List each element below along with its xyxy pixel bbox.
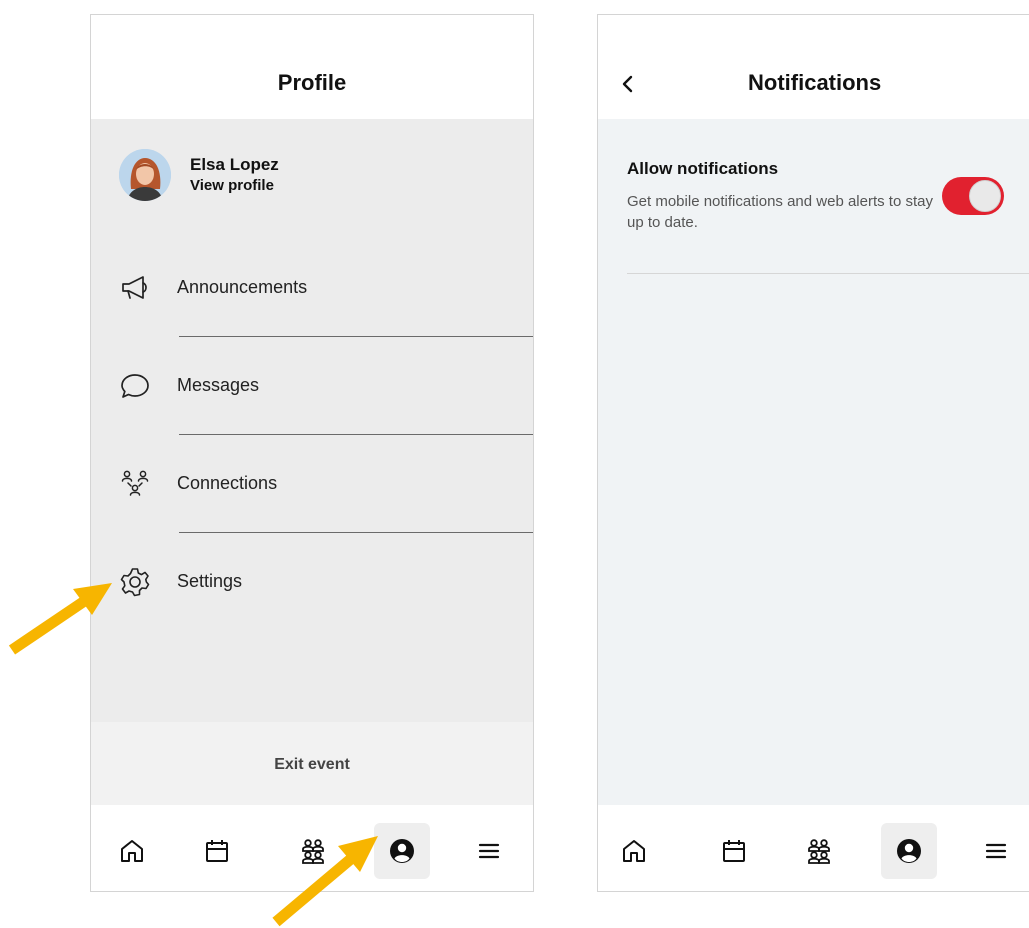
tab-home[interactable] <box>104 823 160 879</box>
megaphone-icon <box>119 272 151 304</box>
exit-area: Exit event <box>91 722 533 807</box>
chat-bubble-icon <box>119 370 151 402</box>
notifications-header: Notifications <box>598 15 1029 120</box>
tab-menu[interactable] <box>968 823 1024 879</box>
people-icon <box>808 839 830 864</box>
allow-notifications-toggle[interactable] <box>942 177 1004 215</box>
profile-header: Profile <box>91 15 533 120</box>
menu-icon <box>478 843 500 859</box>
menu-item-announcements[interactable]: Announcements <box>91 239 533 337</box>
tab-menu[interactable] <box>461 823 517 879</box>
profile-screen: Profile Elsa Lopez View profile Announce… <box>90 14 534 892</box>
profile-icon <box>390 839 414 863</box>
menu-item-messages[interactable]: Messages <box>91 337 533 435</box>
gear-icon <box>119 566 151 598</box>
tab-calendar[interactable] <box>706 823 762 879</box>
page-title: Notifications <box>748 70 882 95</box>
menu-label: Messages <box>177 375 260 395</box>
view-profile-link[interactable]: View profile <box>190 177 274 194</box>
calendar-icon <box>723 840 745 862</box>
annotation-arrow-profile-tab <box>272 836 378 927</box>
setting-title: Allow notifications <box>627 159 779 178</box>
annotation-arrow-settings <box>8 583 112 655</box>
tab-calendar[interactable] <box>189 823 245 879</box>
tab-profile[interactable] <box>881 823 937 879</box>
toggle-knob <box>969 180 1001 212</box>
notifications-screen: Notifications Allow notifications Get mo… <box>597 14 1029 892</box>
avatar <box>119 149 171 201</box>
notifications-panel: Allow notifications Get mobile notificat… <box>598 119 1029 805</box>
tab-home[interactable] <box>606 823 662 879</box>
menu-label: Announcements <box>177 277 308 297</box>
user-profile-row[interactable]: Elsa Lopez View profile <box>119 149 419 205</box>
home-icon <box>121 840 143 862</box>
user-name: Elsa Lopez <box>190 155 279 174</box>
bottom-tab-bar <box>598 805 1029 891</box>
exit-event-button[interactable]: Exit event <box>91 756 533 774</box>
profile-icon <box>897 839 921 863</box>
menu-label: Settings <box>177 571 243 591</box>
calendar-icon <box>206 840 228 862</box>
menu-icon <box>985 843 1007 859</box>
menu-item-connections[interactable]: Connections <box>91 435 533 533</box>
menu-item-settings[interactable]: Settings <box>91 533 533 631</box>
menu-label: Connections <box>177 473 278 493</box>
page-title: Profile <box>277 70 347 95</box>
home-icon <box>623 840 645 862</box>
divider <box>627 273 1029 274</box>
tab-people[interactable] <box>791 823 847 879</box>
people-network-icon <box>119 468 151 500</box>
setting-description: Get mobile notifications and web alerts … <box>627 193 933 231</box>
profile-menu-panel: Elsa Lopez View profile Announcements Me… <box>91 119 533 722</box>
